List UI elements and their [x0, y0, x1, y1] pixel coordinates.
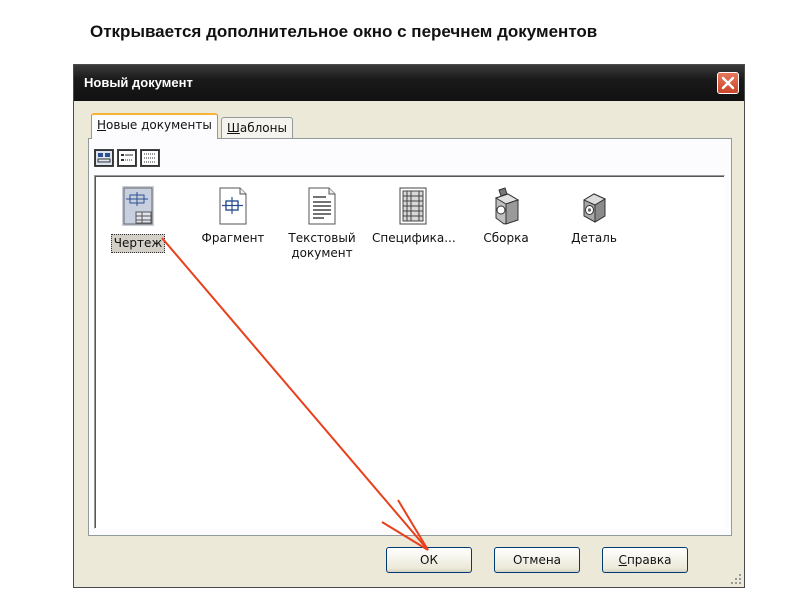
drawing-icon [123, 187, 153, 225]
tab-templates-mnemonic: Ш [227, 121, 240, 135]
doc-item-fragment[interactable]: Фрагмент [190, 186, 276, 247]
assembly-icon [494, 187, 520, 225]
tab-new-documents[interactable]: Новые документы [91, 113, 218, 139]
part-icon [582, 193, 607, 223]
title-bar[interactable]: Новый документ [74, 65, 744, 101]
tab-templates[interactable]: Шаблоны [221, 117, 293, 139]
resize-grip-icon[interactable] [730, 573, 742, 585]
small-icons-view-icon [118, 150, 136, 166]
doc-label-fragment: Фрагмент [201, 231, 265, 245]
help-button[interactable]: Справка [602, 547, 688, 573]
text-document-icon [308, 187, 336, 225]
help-mnemonic: С [618, 553, 627, 567]
drawing-icon-wrap [122, 186, 154, 226]
doc-item-specification[interactable]: Специфика... [370, 186, 456, 247]
doc-label-specification: Специфика... [372, 231, 456, 245]
tab-new-documents-mnemonic: Н [97, 118, 107, 132]
doc-item-text-document[interactable]: Текстовый документ [279, 186, 365, 262]
tab-templates-label: аблоны [239, 121, 287, 135]
slide-caption: Открывается дополнительное окно с перечн… [90, 22, 598, 41]
tab-panel: Чертеж Фрагмент Текстовый документ Специ… [88, 138, 732, 536]
doc-item-part[interactable]: Деталь [551, 186, 637, 247]
tab-new-documents-label: овые документы [106, 118, 212, 132]
doc-label-text-document: Текстовый документ [288, 231, 356, 260]
large-icons-view-icon [95, 150, 113, 166]
specification-icon [399, 187, 427, 225]
doc-label-assembly: Сборка [483, 231, 529, 245]
close-button[interactable] [717, 72, 739, 94]
close-icon [721, 76, 735, 90]
help-label: правка [626, 553, 672, 567]
doc-label-drawing: Чертеж [110, 234, 166, 253]
list-view-icon [141, 150, 159, 166]
doc-label-part: Деталь [571, 231, 617, 245]
fragment-icon [219, 187, 247, 225]
cancel-button[interactable]: Отмена [494, 547, 580, 573]
new-document-dialog: Новый документ Новые документы Шаблоны Ч… [73, 64, 745, 588]
doc-item-drawing[interactable]: Чертеж [95, 186, 181, 253]
doc-item-assembly[interactable]: Сборка [463, 186, 549, 247]
dialog-title: Новый документ [84, 75, 193, 90]
document-list: Чертеж Фрагмент Текстовый документ Специ… [94, 175, 725, 529]
large-icons-view-button[interactable] [94, 149, 114, 167]
ok-button[interactable]: ОК [386, 547, 472, 573]
list-view-button[interactable] [140, 149, 160, 167]
small-icons-view-button[interactable] [117, 149, 137, 167]
